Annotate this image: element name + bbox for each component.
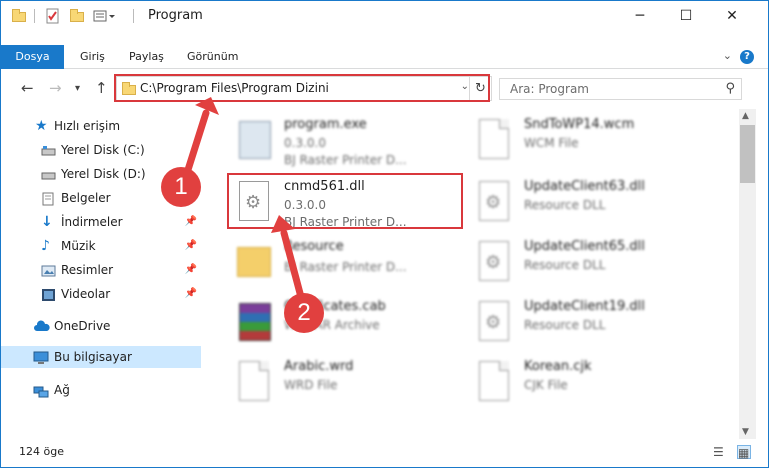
annotation-marker-2: 2 [284, 293, 324, 333]
scroll-down-icon[interactable]: ▼ [742, 427, 749, 437]
status-bar: 124 öge ☰ ▦ [1, 441, 768, 467]
large-icons-view-icon[interactable]: ▦ [737, 445, 751, 460]
scroll-thumb[interactable] [740, 125, 755, 183]
item-count: 124 öge [19, 445, 64, 458]
explorer-window: Program ─ ☐ ✕ Dosya Giriş Paylaş Görünüm… [0, 0, 769, 468]
annotation-arrows [183, 97, 305, 301]
scroll-up-icon[interactable]: ▲ [742, 111, 749, 121]
details-view-icon[interactable]: ☰ [713, 445, 727, 459]
annotation-marker-1: 1 [161, 167, 201, 207]
vertical-scrollbar[interactable]: ▲ ▼ [739, 109, 756, 439]
